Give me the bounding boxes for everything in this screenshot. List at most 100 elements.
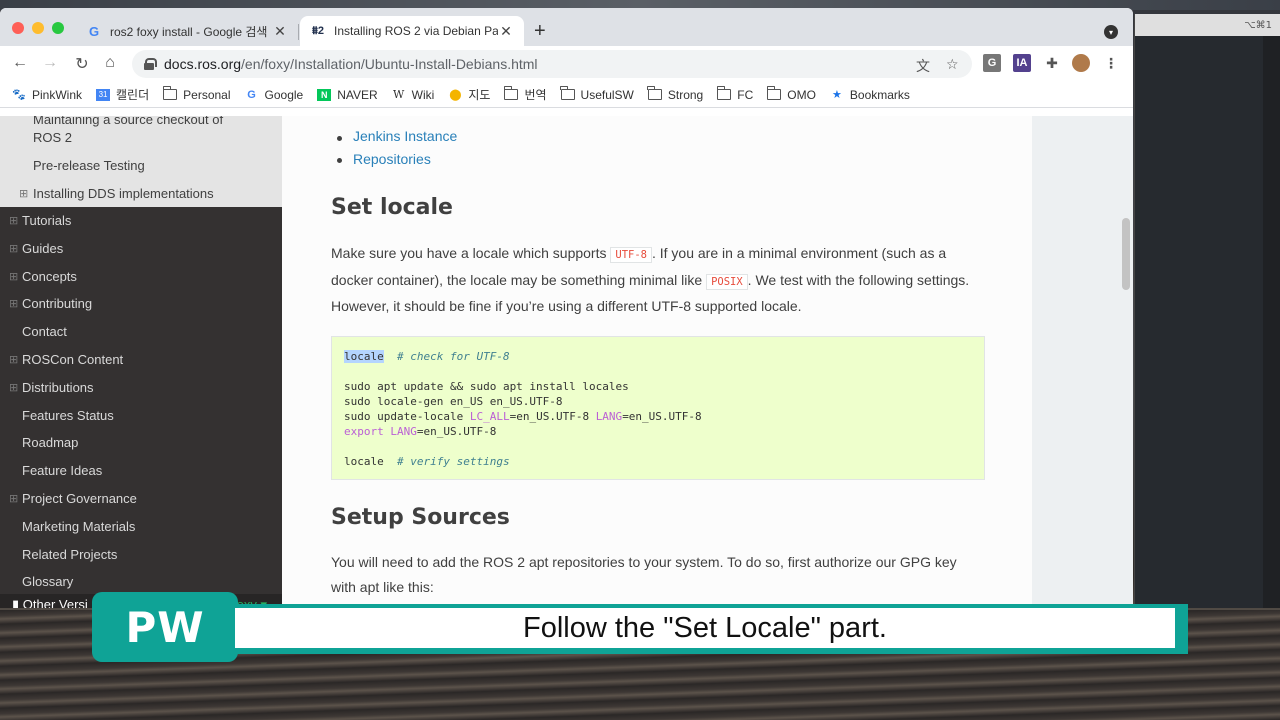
sidebar-item-roscon-content[interactable]: ROSCon Content (22, 352, 123, 367)
link-jenkins-instance[interactable]: Jenkins Instance (353, 128, 457, 144)
menu-kebab-icon[interactable]: ⋮ (1102, 54, 1120, 72)
tab-title: Installing ROS 2 via Debian Pac (334, 24, 498, 38)
back-icon[interactable]: ← (10, 54, 30, 72)
tab-title: ros2 foxy install - Google 검색 (110, 24, 268, 39)
list-bullet (337, 136, 342, 141)
sidebar-item-distributions[interactable]: Distributions (22, 380, 94, 395)
tab-search-icon[interactable]: ▾ (1104, 25, 1118, 39)
terminal-window[interactable]: ⌥⌘1 (1134, 14, 1280, 608)
home-icon[interactable]: ⌂ (100, 54, 120, 72)
sidebar-item-glossary[interactable]: Glossary (22, 574, 73, 589)
sidebar-item-ros2-label[interactable]: ROS 2 (33, 130, 72, 145)
sidebar-item-maintaining-source[interactable]: Maintaining a source checkout of (33, 116, 223, 127)
folder-icon (766, 86, 782, 100)
bookmark-calendar[interactable]: 31 캘린더 (96, 86, 149, 103)
ia-extension-icon[interactable]: IA (1013, 54, 1031, 72)
new-tab-button[interactable]: + (534, 20, 546, 43)
folder-icon (716, 86, 732, 100)
calendar-icon: 31 (96, 88, 111, 101)
sidebar-item-dds-implementations[interactable]: Installing DDS implementations (33, 186, 214, 201)
docs-page: Maintaining a source checkout of ROS 2 P… (0, 116, 1133, 608)
link-repositories[interactable]: Repositories (353, 151, 431, 167)
browser-window: G ros2 foxy install - Google 검색 ✕ ⩩2 Ins… (0, 8, 1133, 608)
bookmark-personal[interactable]: Personal (162, 86, 231, 102)
folder-icon (162, 86, 178, 100)
minimize-window-button[interactable] (32, 22, 44, 34)
sidebar-item-tutorials[interactable]: Tutorials (22, 213, 71, 228)
sidebar-item-features-status[interactable]: Features Status (22, 408, 114, 423)
translate-icon[interactable]: 文 (916, 56, 930, 76)
expand-plus-icon[interactable]: ⊞ (9, 242, 18, 255)
pw-logo: PW (92, 592, 238, 662)
reload-icon[interactable]: ↻ (72, 54, 92, 74)
bookmark-google[interactable]: G Google (245, 88, 303, 102)
expand-plus-icon[interactable]: ⊞ (19, 187, 28, 200)
expand-plus-icon[interactable]: ⊞ (9, 270, 18, 283)
bookmark-strong[interactable]: Strong (647, 86, 703, 102)
inline-code-posix: POSIX (706, 273, 748, 290)
bookmark-wiki[interactable]: W Wiki (392, 88, 434, 102)
code-line: sudo apt update && sudo apt install loca… (344, 380, 629, 393)
forward-icon[interactable]: → (40, 54, 60, 72)
folder-icon (647, 86, 662, 100)
pinkwink-icon: 🐾 (12, 88, 26, 101)
book-icon: ▮ (12, 597, 20, 608)
bookmark-star-icon[interactable]: ☆ (946, 56, 959, 73)
sidebar-item-contact[interactable]: Contact (22, 324, 67, 339)
sidebar-current-section: Maintaining a source checkout of ROS 2 P… (0, 116, 282, 207)
sidebar-item-roadmap[interactable]: Roadmap (22, 435, 78, 450)
code-line: locale # check for UTF-8 (344, 350, 510, 363)
page-scrollbar[interactable] (1122, 218, 1130, 290)
sidebar-item-contributing[interactable]: Contributing (22, 296, 92, 311)
profile-avatar[interactable] (1072, 54, 1090, 72)
sidebar-item-related-projects[interactable]: Related Projects (22, 547, 117, 562)
expand-plus-icon[interactable]: ⊞ (9, 381, 18, 394)
tab-separator (298, 24, 299, 40)
bookmark-pinkwink[interactable]: 🐾 PinkWink (12, 88, 82, 102)
expand-plus-icon[interactable]: ⊞ (9, 353, 18, 366)
window-controls (12, 22, 64, 34)
terminal-title-bar[interactable]: ⌥⌘1 (1135, 14, 1280, 36)
expand-plus-icon[interactable]: ⊞ (9, 214, 18, 227)
sidebar-item-prerelease-testing[interactable]: Pre-release Testing (33, 158, 145, 173)
maximize-window-button[interactable] (52, 22, 64, 34)
tab-ros2-install[interactable]: ⩩2 Installing ROS 2 via Debian Pac ✕ (300, 16, 524, 46)
caption-text: Follow the "Set Locale" part. (235, 608, 1175, 648)
terminal-body[interactable] (1135, 36, 1263, 608)
bookmark-omo[interactable]: OMO (766, 86, 816, 102)
expand-plus-icon[interactable]: ⊞ (9, 297, 18, 310)
bookmark-fc[interactable]: FC (716, 86, 753, 102)
naver-icon: N (317, 88, 332, 101)
bookmark-naver[interactable]: N NAVER (317, 88, 378, 102)
bookmark-usefulsw[interactable]: UsefulSW (560, 86, 634, 102)
address-bar[interactable]: docs.ros.org/en/foxy/Installation/Ubuntu… (132, 50, 972, 78)
close-tab-icon[interactable]: ✕ (498, 23, 514, 40)
sidebar-item-marketing-materials[interactable]: Marketing Materials (22, 519, 135, 534)
expand-plus-icon[interactable]: ⊞ (9, 492, 18, 505)
url-path: /en/foxy/Installation/Ubuntu-Install-Deb… (241, 56, 538, 72)
tab-google-search[interactable]: G ros2 foxy install - Google 검색 ✕ (76, 16, 298, 46)
terminal-shortcut: ⌥⌘1 (1244, 19, 1272, 31)
sidebar-item-project-governance[interactable]: Project Governance (22, 491, 137, 506)
close-window-button[interactable] (12, 22, 24, 34)
inline-code-utf8: UTF-8 (610, 247, 652, 263)
bookmark-maps[interactable]: ⬤ 지도 (448, 86, 490, 103)
locale-code-block[interactable]: locale # check for UTF-8 sudo apt update… (331, 336, 985, 480)
extensions-puzzle-icon[interactable]: ✚ (1043, 54, 1061, 72)
selected-code-text[interactable]: locale (344, 350, 384, 363)
lock-icon[interactable] (144, 58, 157, 70)
bookmarks-bar: 🐾 PinkWink 31 캘린더 Personal G Google N NAVER … (0, 82, 1133, 108)
sidebar-item-feature-ideas[interactable]: Feature Ideas (22, 463, 102, 478)
code-line: sudo update-locale LC_ALL=en_US.UTF-8 LA… (344, 410, 702, 423)
grammarly-extension-icon[interactable]: G (983, 54, 1001, 72)
sidebar-item-concepts[interactable]: Concepts (22, 269, 77, 284)
google-icon: G (88, 23, 100, 39)
browser-toolbar: ← → ↻ ⌂ docs.ros.org/en/foxy/Installatio… (0, 46, 1133, 82)
bookmark-bookmarks[interactable]: ★ Bookmarks (830, 88, 910, 102)
close-tab-icon[interactable]: ✕ (272, 23, 288, 40)
bookmark-translate[interactable]: 번역 (503, 86, 547, 103)
code-line: sudo locale-gen en_US en_US.UTF-8 (344, 395, 563, 408)
sidebar-item-guides[interactable]: Guides (22, 241, 63, 256)
